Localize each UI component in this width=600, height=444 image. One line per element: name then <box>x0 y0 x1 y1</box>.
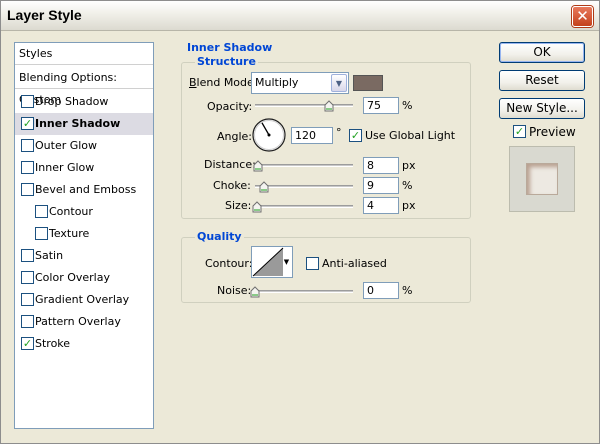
style-item-satin[interactable]: Satin <box>15 245 153 267</box>
opacity-slider[interactable] <box>255 104 353 107</box>
pattern-overlay-checkbox[interactable] <box>21 315 34 328</box>
distance-input[interactable]: 8 <box>363 157 399 174</box>
drop-shadow-checkbox[interactable] <box>21 95 34 108</box>
contour-checkbox[interactable] <box>35 205 48 218</box>
outer-glow-label: Outer Glow <box>35 139 98 152</box>
close-icon[interactable]: ✕ <box>572 6 593 27</box>
pattern-overlay-label: Pattern Overlay <box>35 315 121 328</box>
outer-glow-checkbox[interactable] <box>21 139 34 152</box>
choke-unit: % <box>402 179 413 192</box>
distance-slider-thumb[interactable] <box>253 160 263 172</box>
title-bar[interactable]: Layer Style ✕ <box>1 1 599 31</box>
ok-button[interactable]: OK <box>499 42 585 63</box>
angle-dial[interactable] <box>251 117 287 153</box>
noise-unit: % <box>402 284 413 297</box>
contour-picker[interactable]: ▼ <box>251 246 293 278</box>
choke-input[interactable]: 9 <box>363 177 399 194</box>
texture-checkbox[interactable] <box>35 227 48 240</box>
shadow-color-swatch[interactable] <box>353 75 383 91</box>
style-item-drop-shadow[interactable]: Drop Shadow <box>15 91 153 113</box>
chevron-down-icon[interactable]: ▼ <box>331 74 347 92</box>
contour-curve-icon <box>252 247 284 277</box>
inner-glow-checkbox[interactable] <box>21 161 34 174</box>
inner-shadow-label: Inner Shadow <box>35 117 121 130</box>
contour-label: Contour: <box>205 257 253 270</box>
opacity-slider-thumb[interactable] <box>324 100 334 112</box>
style-item-bevel-and-emboss[interactable]: Bevel and Emboss <box>15 179 153 201</box>
preview-checkbox[interactable]: ✓ <box>513 125 526 138</box>
bevel-and-emboss-label: Bevel and Emboss <box>35 183 137 196</box>
satin-checkbox[interactable] <box>21 249 34 262</box>
preview-sample <box>526 163 558 195</box>
contour-dropdown-icon[interactable]: ▼ <box>282 247 291 277</box>
preview-label: Preview <box>529 125 576 139</box>
styles-list: Styles Blending Options: Custom Drop Sha… <box>14 42 154 429</box>
size-label: Size: <box>225 199 252 212</box>
use-global-light-label: Use Global Light <box>365 129 456 142</box>
opacity-label: Opacity: <box>207 100 253 113</box>
distance-slider[interactable] <box>255 164 353 167</box>
blend-mode-value: Multiply <box>255 76 299 89</box>
color-overlay-checkbox[interactable] <box>21 271 34 284</box>
blend-mode-label: Blend Mode: <box>189 76 258 89</box>
preview-thumbnail <box>509 146 575 212</box>
noise-slider[interactable] <box>255 290 353 293</box>
window-title: Layer Style <box>7 7 82 23</box>
choke-slider[interactable] <box>255 185 353 188</box>
choke-label: Choke: <box>213 179 251 192</box>
angle-label: Angle: <box>217 130 253 143</box>
noise-input[interactable]: 0 <box>363 282 399 299</box>
anti-aliased-label: Anti-aliased <box>322 257 387 270</box>
blend-mode-select[interactable]: Multiply ▼ <box>251 72 349 94</box>
opacity-unit: % <box>402 99 413 112</box>
inner-shadow-checkbox[interactable]: ✓ <box>21 117 34 130</box>
contour-label: Contour <box>49 205 93 218</box>
distance-unit: px <box>402 159 416 172</box>
stroke-checkbox[interactable]: ✓ <box>21 337 34 350</box>
structure-title: Structure <box>195 55 258 68</box>
style-item-outer-glow[interactable]: Outer Glow <box>15 135 153 157</box>
gradient-overlay-checkbox[interactable] <box>21 293 34 306</box>
inner-shadow-title: Inner Shadow <box>185 41 275 54</box>
quality-title: Quality <box>195 230 244 243</box>
size-unit: px <box>402 199 416 212</box>
style-item-gradient-overlay[interactable]: Gradient Overlay <box>15 289 153 311</box>
gradient-overlay-label: Gradient Overlay <box>35 293 130 306</box>
layer-style-dialog: Layer Style ✕ Styles Blending Options: C… <box>0 0 600 444</box>
bevel-and-emboss-checkbox[interactable] <box>21 183 34 196</box>
style-item-inner-glow[interactable]: Inner Glow <box>15 157 153 179</box>
style-item-stroke[interactable]: ✓ Stroke <box>15 333 153 355</box>
noise-label: Noise: <box>217 284 252 297</box>
color-overlay-label: Color Overlay <box>35 271 110 284</box>
texture-label: Texture <box>49 227 90 240</box>
use-global-light-checkbox[interactable]: ✓ <box>349 129 362 142</box>
blending-options-item[interactable]: Blending Options: Custom <box>15 67 153 106</box>
drop-shadow-label: Drop Shadow <box>35 95 109 108</box>
opacity-input[interactable]: 75 <box>363 97 399 114</box>
choke-slider-thumb[interactable] <box>259 181 269 193</box>
reset-button[interactable]: Reset <box>499 70 585 91</box>
style-item-color-overlay[interactable]: Color Overlay <box>15 267 153 289</box>
stroke-label: Stroke <box>35 337 71 350</box>
size-input[interactable]: 4 <box>363 197 399 214</box>
angle-unit: ° <box>336 126 342 139</box>
satin-label: Satin <box>35 249 64 262</box>
distance-label: Distance: <box>204 158 256 171</box>
inner-glow-label: Inner Glow <box>35 161 95 174</box>
size-slider-thumb[interactable] <box>252 201 262 213</box>
style-item-pattern-overlay[interactable]: Pattern Overlay <box>15 311 153 333</box>
size-slider[interactable] <box>255 205 353 208</box>
style-item-inner-shadow[interactable]: ✓ Inner Shadow <box>15 113 153 135</box>
styles-list-header[interactable]: Styles <box>15 43 153 65</box>
new-style-button[interactable]: New Style... <box>499 98 585 119</box>
styles-header-label: Styles <box>19 47 53 60</box>
style-item-texture[interactable]: Texture <box>15 223 153 245</box>
style-item-contour[interactable]: Contour <box>15 201 153 223</box>
anti-aliased-checkbox[interactable] <box>306 257 319 270</box>
angle-input[interactable]: 120 <box>291 127 333 144</box>
noise-slider-thumb[interactable] <box>250 286 260 298</box>
